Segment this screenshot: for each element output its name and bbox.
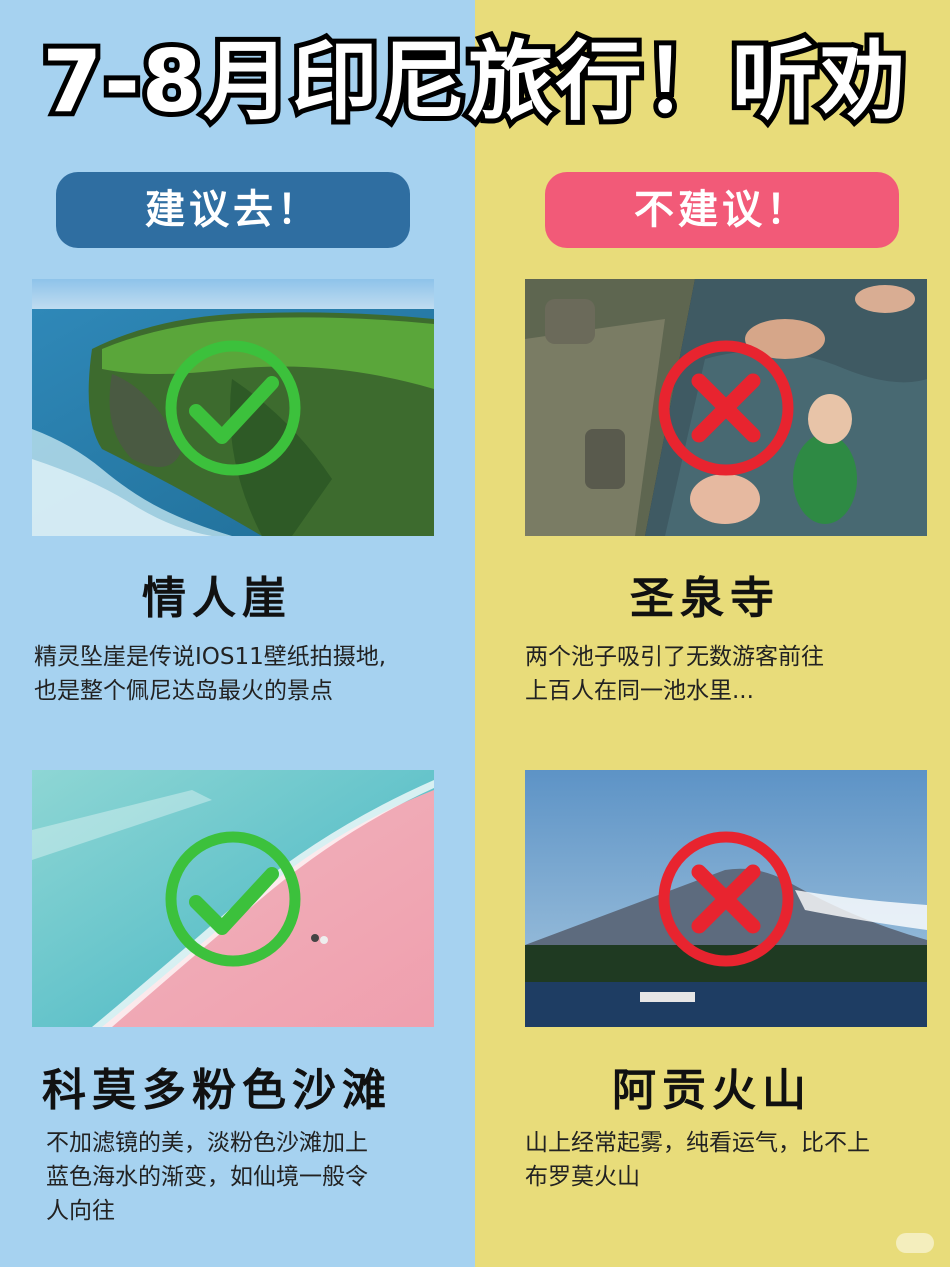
desc-line: 精灵坠崖是传说IOS11壁纸拍摄地,: [34, 644, 387, 670]
place-name-volcano: 阿贡火山: [612, 1065, 812, 1116]
desc-line: 上百人在同一池水里...: [525, 678, 754, 704]
place-name-cliff: 情人崖: [142, 573, 292, 624]
desc-line: 人向往: [46, 1198, 115, 1224]
green-check-circle-icon: [165, 831, 301, 966]
place-name-pink-beach: 科莫多粉色沙滩: [42, 1065, 392, 1116]
place-desc-cliff: 精灵坠崖是传说IOS11壁纸拍摄地, 也是整个佩尼达岛最火的景点: [34, 640, 464, 708]
temple-photo: [525, 279, 927, 536]
page-title: 7-8月印尼旅行！听劝: [37, 27, 910, 137]
desc-line: 也是整个佩尼达岛最火的景点: [34, 678, 333, 704]
desc-line: 蓝色海水的渐变，如仙境一般令: [46, 1164, 368, 1190]
cliff-photo: [32, 279, 434, 536]
red-x-circle-icon: [658, 831, 794, 966]
volcano-photo: [525, 770, 927, 1027]
place-desc-volcano: 山上经常起雾，纯看运气，比不上 布罗莫火山: [525, 1126, 935, 1194]
desc-line: 山上经常起雾，纯看运气，比不上: [525, 1130, 870, 1156]
place-desc-temple: 两个池子吸引了无数游客前往 上百人在同一池水里...: [525, 640, 935, 708]
place-name-temple: 圣泉寺: [630, 573, 780, 624]
desc-line: 两个池子吸引了无数游客前往: [525, 644, 824, 670]
green-check-circle-icon: [165, 340, 301, 475]
not-recommend-label: 不建议！: [545, 172, 899, 248]
red-x-circle-icon: [658, 340, 794, 475]
desc-line: 不加滤镜的美，淡粉色沙滩加上: [46, 1130, 368, 1156]
recommend-label: 建议去！: [56, 172, 410, 248]
pink-beach-photo: [32, 770, 434, 1027]
watermark: [896, 1233, 934, 1253]
desc-line: 布罗莫火山: [525, 1164, 640, 1190]
place-desc-pink-beach: 不加滤镜的美，淡粉色沙滩加上 蓝色海水的渐变，如仙境一般令 人向往: [46, 1126, 446, 1228]
